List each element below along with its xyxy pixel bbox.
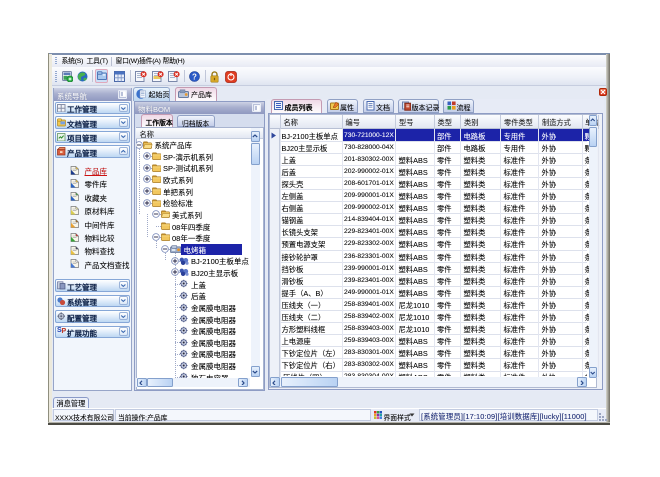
- svg-text:?: ?: [192, 72, 197, 81]
